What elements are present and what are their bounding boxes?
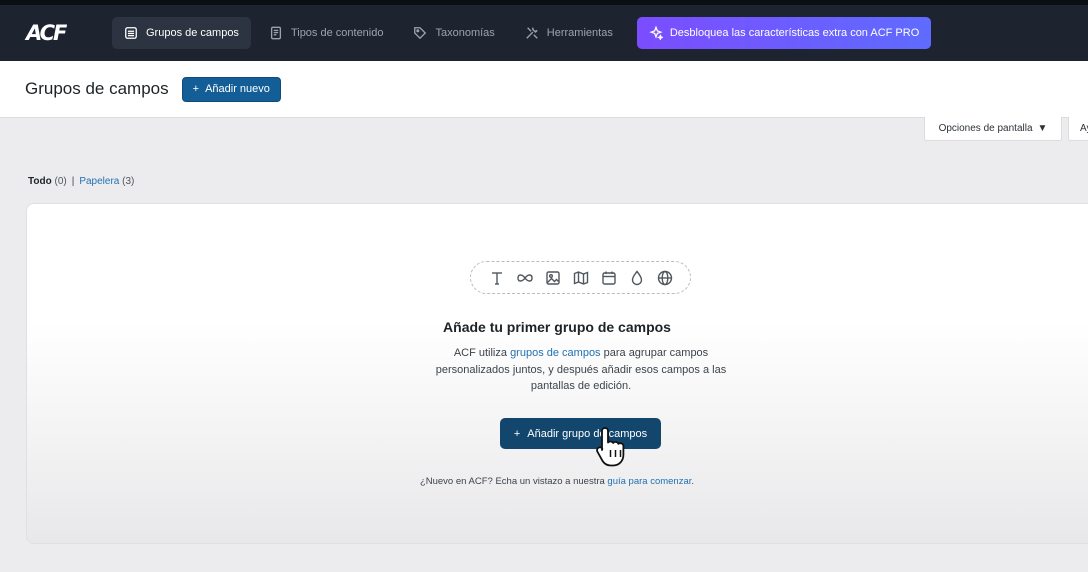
getting-started-guide-link[interactable]: guía para comenzar bbox=[607, 476, 691, 487]
filter-trash-count: (3) bbox=[122, 176, 135, 187]
screen-options-button[interactable]: Opciones de pantalla ▼ bbox=[924, 117, 1062, 141]
nav-item-field-groups[interactable]: Grupos de campos bbox=[112, 17, 251, 49]
map-icon bbox=[573, 270, 588, 285]
filter-all[interactable]: Todo (0) bbox=[28, 176, 67, 187]
help-tab-button[interactable]: Ay bbox=[1068, 117, 1088, 141]
filter-separator: | bbox=[71, 176, 75, 187]
add-new-button[interactable]: + Añadir nuevo bbox=[181, 76, 281, 102]
add-field-group-button[interactable]: + Añadir grupo de campos bbox=[500, 418, 661, 449]
empty-state-description: ACF utiliza grupos de campos para agrupa… bbox=[427, 345, 735, 395]
acf-topbar: ACF Grupos de campos Tipos de contenido … bbox=[0, 0, 1088, 61]
tools-icon bbox=[526, 27, 538, 39]
page-header: Grupos de campos + Añadir nuevo bbox=[0, 61, 1088, 118]
nav-item-label: Taxonomías bbox=[435, 27, 495, 39]
image-icon bbox=[545, 270, 560, 285]
screen-options-label: Opciones de pantalla bbox=[938, 123, 1033, 134]
nav-item-tools[interactable]: Herramientas bbox=[513, 17, 625, 49]
filter-trash-link[interactable]: Papelera bbox=[79, 176, 119, 187]
calendar-icon bbox=[601, 271, 616, 285]
nav-item-label: Herramientas bbox=[546, 27, 613, 39]
link-icon bbox=[516, 273, 533, 282]
unlock-pro-label: Desbloquea las características extra con… bbox=[669, 27, 920, 39]
empty-state-title: Añade tu primer grupo de campos bbox=[443, 319, 671, 335]
list-icon bbox=[125, 27, 137, 39]
field-groups-docs-link[interactable]: grupos de campos bbox=[510, 347, 601, 359]
caret-down-icon: ▼ bbox=[1037, 123, 1048, 134]
unlock-pro-button[interactable]: Desbloquea las características extra con… bbox=[636, 17, 932, 49]
nav-item-label: Grupos de campos bbox=[146, 27, 239, 39]
filter-trash[interactable]: Papelera (3) bbox=[79, 176, 134, 187]
add-new-label: Añadir nuevo bbox=[205, 83, 270, 95]
filter-all-count: (0) bbox=[54, 176, 67, 187]
acf-logo[interactable]: ACF bbox=[26, 21, 96, 45]
nav-item-post-types[interactable]: Tipos de contenido bbox=[257, 17, 396, 49]
getting-started-note: ¿Nuevo en ACF? Echa un vistazo a nuestra… bbox=[27, 476, 1087, 487]
nav-item-taxonomies[interactable]: Taxonomías bbox=[401, 17, 506, 49]
footnote-text-after: . bbox=[691, 476, 695, 487]
tag-icon bbox=[414, 27, 427, 40]
text-icon bbox=[491, 271, 502, 285]
help-tab-label: Ay bbox=[1080, 123, 1088, 134]
desc-text-before: ACF utiliza bbox=[453, 347, 511, 359]
plus-icon: + bbox=[513, 427, 521, 440]
filter-all-label: Todo bbox=[28, 176, 52, 187]
hand-cursor-icon bbox=[596, 427, 625, 467]
field-types-icons bbox=[470, 261, 691, 294]
color-drop-icon bbox=[631, 269, 642, 285]
nav-item-label: Tipos de contenido bbox=[290, 27, 384, 39]
empty-state-panel: Añade tu primer grupo de campos ACF util… bbox=[26, 203, 1088, 544]
document-icon bbox=[270, 26, 281, 40]
footnote-text-before: ¿Nuevo en ACF? Echa un vistazo a nuestra bbox=[419, 476, 608, 487]
globe-icon bbox=[657, 270, 672, 285]
plus-icon: + bbox=[192, 83, 200, 95]
status-filters: Todo (0) | Papelera (3) bbox=[28, 176, 134, 187]
sparkle-icon bbox=[649, 26, 663, 40]
page-title: Grupos de campos bbox=[25, 79, 169, 98]
